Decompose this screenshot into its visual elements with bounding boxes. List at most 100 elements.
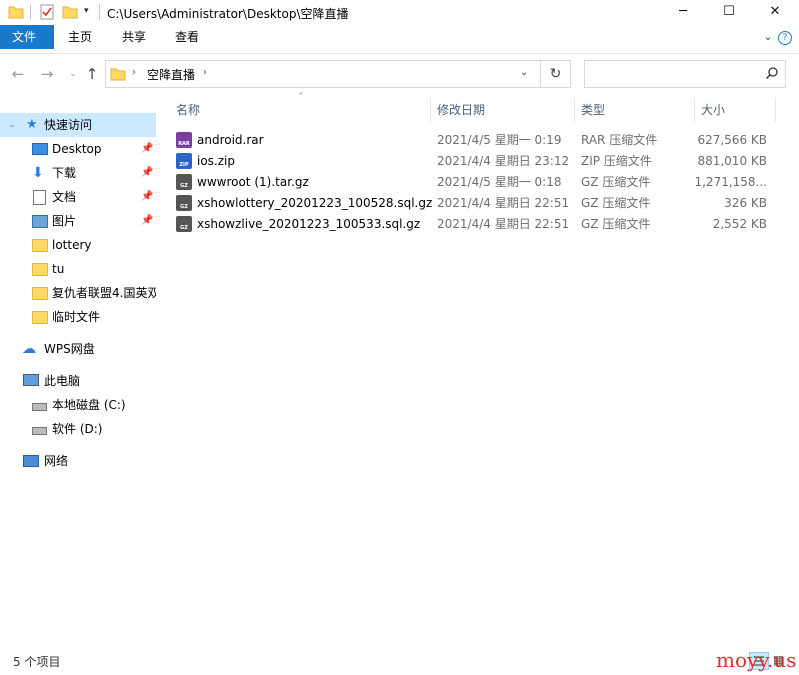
file-size: 2,552 KB: [712, 217, 767, 231]
column-divider[interactable]: [574, 98, 575, 122]
computer-icon: [23, 374, 39, 386]
column-divider[interactable]: [694, 98, 695, 122]
sidebar-item-avengers[interactable]: 复仇者联盟4.国英双: [0, 281, 156, 305]
column-header-size[interactable]: 大小: [701, 98, 725, 122]
minimize-button[interactable]: ─: [660, 0, 706, 25]
file-size: 627,566 KB: [697, 133, 767, 147]
sidebar-item-label: 快速访问: [44, 118, 93, 132]
tab-view[interactable]: 查看: [163, 25, 211, 49]
file-badge: GZ: [180, 225, 188, 231]
close-button[interactable]: ✕: [752, 0, 798, 25]
sidebar-item-temp[interactable]: 临时文件: [0, 305, 156, 329]
file-row[interactable]: GZ xshowzlive_20201223_100533.sql.gz 2021/…: [170, 214, 776, 235]
search-input[interactable]: [584, 60, 786, 88]
help-icon[interactable]: ?: [778, 31, 792, 45]
desktop-icon: [32, 143, 48, 155]
sidebar-item-this-pc[interactable]: 此电脑: [0, 369, 156, 393]
breadcrumb-chevron-icon[interactable]: ›: [203, 67, 207, 78]
tab-home[interactable]: 主页: [56, 25, 104, 49]
file-name[interactable]: xshowzlive_20201223_100533.sql.gz: [197, 214, 420, 235]
file-name[interactable]: ios.zip: [197, 151, 235, 172]
tab-file[interactable]: 文件: [0, 25, 54, 49]
file-date: 2021/4/4 星期日 23:12: [437, 154, 570, 168]
column-header-date[interactable]: 修改日期: [437, 98, 485, 122]
file-date: 2021/4/5 星期一 0:18: [437, 175, 562, 189]
column-header-name[interactable]: 名称: [176, 98, 200, 122]
sidebar-item-label: tu: [52, 262, 65, 276]
folder-icon: [32, 311, 48, 324]
refresh-button[interactable]: ↻: [541, 60, 571, 88]
column-divider[interactable]: [430, 98, 431, 122]
up-button[interactable]: ↑: [83, 64, 101, 84]
file-type: ZIP 压缩文件: [581, 154, 652, 168]
new-folder-icon[interactable]: [62, 4, 78, 20]
file-size: 326 KB: [724, 196, 767, 210]
ribbon: 文件 主页 共享 查看 ⌄ ?: [0, 25, 799, 54]
folder-icon: [110, 67, 126, 84]
file-name[interactable]: xshowlottery_20201223_100528.sql.gz: [197, 193, 432, 214]
sidebar-item-label: lottery: [52, 238, 92, 252]
file-type: GZ 压缩文件: [581, 175, 651, 189]
download-icon: ⬇: [32, 165, 44, 181]
folder-icon: [32, 287, 48, 300]
collapse-icon[interactable]: ⌄: [8, 113, 16, 137]
search-icon: [765, 66, 779, 83]
file-badge: GZ: [180, 204, 188, 210]
file-name[interactable]: wwwroot (1).tar.gz: [197, 172, 309, 193]
pin-icon[interactable]: 📌: [141, 161, 153, 185]
sidebar-item-lottery[interactable]: lottery: [0, 233, 156, 257]
sidebar-item-label: 复仇者联盟4.国英双: [52, 286, 156, 300]
star-icon: ★: [26, 117, 38, 132]
sidebar-item-desktop[interactable]: Desktop 📌: [0, 137, 156, 161]
sidebar-item-drive-c[interactable]: 本地磁盘 (C:): [0, 393, 156, 417]
pin-icon[interactable]: 📌: [141, 137, 153, 161]
expand-ribbon-icon[interactable]: ⌄: [760, 29, 776, 45]
breadcrumb-chevron-icon[interactable]: ›: [132, 67, 136, 78]
sidebar-item-drive-d[interactable]: 软件 (D:): [0, 417, 156, 441]
recent-locations-icon[interactable]: ⌄: [64, 64, 82, 84]
forward-button[interactable]: →: [38, 64, 56, 84]
sidebar-item-tu[interactable]: tu: [0, 257, 156, 281]
sidebar-item-label: 文档: [52, 190, 77, 204]
file-row[interactable]: ZIP ios.zip 2021/4/4 星期日 23:12 ZIP 压缩文件 881,…: [170, 151, 776, 172]
file-name[interactable]: android.rar: [197, 130, 264, 151]
sidebar-item-quick-access[interactable]: ⌄ ★ 快速访问: [0, 113, 156, 137]
drive-icon: [32, 403, 47, 411]
file-row[interactable]: RAR android.rar 2021/4/5 星期一 0:19 RAR 压缩文件 6…: [170, 130, 776, 151]
sidebar-item-network[interactable]: 网络: [0, 449, 156, 473]
file-date: 2021/4/4 星期日 22:51: [437, 196, 570, 210]
sidebar-item-documents[interactable]: 文档 📌: [0, 185, 156, 209]
maximize-button[interactable]: ☐: [706, 0, 752, 25]
customize-toolbar-icon[interactable]: ▾: [84, 6, 89, 16]
address-bar[interactable]: › 空降直播 › ⌄: [105, 60, 541, 88]
archive-file-icon: ZIP: [176, 153, 192, 169]
back-button[interactable]: ←: [9, 64, 27, 84]
address-dropdown-icon[interactable]: ⌄: [520, 67, 528, 78]
archive-file-icon: RAR: [176, 132, 192, 148]
archive-file-icon: GZ: [176, 174, 192, 190]
properties-icon[interactable]: [39, 4, 55, 20]
sidebar-item-downloads[interactable]: ⬇ 下载 📌: [0, 161, 156, 185]
file-badge: RAR: [178, 141, 190, 147]
folder-icon: [32, 239, 48, 252]
breadcrumb-current[interactable]: 空降直播: [147, 66, 195, 83]
pictures-icon: [32, 215, 48, 228]
pin-icon[interactable]: 📌: [141, 185, 153, 209]
sidebar-item-label: WPS网盘: [44, 342, 95, 356]
sidebar-item-label: Desktop: [52, 142, 102, 156]
column-divider[interactable]: [775, 98, 776, 122]
sidebar-item-pictures[interactable]: 图片 📌: [0, 209, 156, 233]
sidebar-item-wps[interactable]: ☁ WPS网盘: [0, 337, 156, 361]
file-badge: GZ: [180, 183, 188, 189]
column-header-type[interactable]: 类型: [581, 98, 605, 122]
file-date: 2021/4/4 星期日 22:51: [437, 217, 570, 231]
sidebar-item-label: 图片: [52, 214, 77, 228]
file-date: 2021/4/5 星期一 0:19: [437, 133, 562, 147]
tab-share[interactable]: 共享: [110, 25, 158, 49]
drive-icon: [32, 427, 47, 435]
file-row[interactable]: GZ xshowlottery_20201223_100528.sql.gz 202…: [170, 193, 776, 214]
pin-icon[interactable]: 📌: [141, 209, 153, 233]
file-row[interactable]: GZ wwwroot (1).tar.gz 2021/4/5 星期一 0:18 GZ …: [170, 172, 776, 193]
cloud-icon: ☁: [22, 341, 36, 357]
file-size: 881,010 KB: [697, 154, 767, 168]
